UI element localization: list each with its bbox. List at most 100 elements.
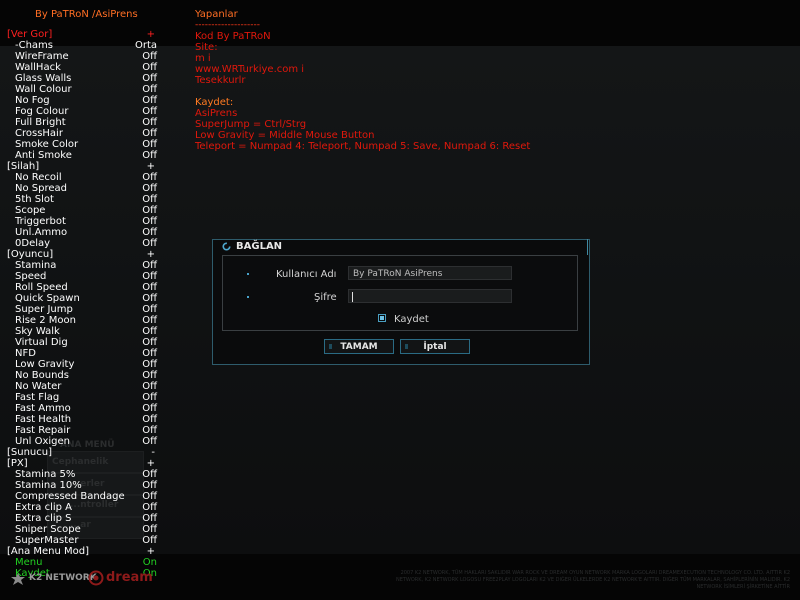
menu-item[interactable]: Menu On	[7, 557, 157, 568]
menu-item[interactable]: Sky Walk Off	[7, 326, 157, 337]
menu-item[interactable]: Roll Speed Off	[7, 282, 157, 293]
menu-row-value: +	[146, 161, 155, 172]
menu-row-label: Rise 2 Moon	[15, 315, 77, 326]
menu-section[interactable]: [Silah] +	[7, 161, 157, 172]
menu-item[interactable]: Speed Off	[7, 271, 157, 282]
menu-item[interactable]: WallHack Off	[7, 62, 157, 73]
menu-item[interactable]: Extra clip S Off	[7, 513, 157, 524]
cheat-menu: [Ver Gor] + -Chams Orta WireFrame Off WallHack…	[7, 29, 157, 579]
menu-row-value: Off	[142, 216, 157, 227]
menu-item[interactable]: 5th Slot Off	[7, 194, 157, 205]
menu-row-value: Off	[142, 315, 157, 326]
menu-section[interactable]: [Sunucu] -	[7, 447, 157, 458]
menu-row-label: Smoke Color	[15, 139, 79, 150]
remember-checkbox[interactable]	[378, 314, 386, 322]
menu-row-value: Off	[142, 271, 157, 282]
menu-item[interactable]: Super Jump Off	[7, 304, 157, 315]
menu-item[interactable]: Fog Colour Off	[7, 106, 157, 117]
menu-item[interactable]: WireFrame Off	[7, 51, 157, 62]
menu-row-value: Off	[142, 84, 157, 95]
menu-item[interactable]: No Recoil Off	[7, 172, 157, 183]
menu-item[interactable]: No Fog Off	[7, 95, 157, 106]
menu-row-value: Off	[142, 425, 157, 436]
menu-row-label: Virtual Dig	[15, 337, 68, 348]
menu-item[interactable]: SuperMaster Off	[7, 535, 157, 546]
menu-row-value: Off	[142, 139, 157, 150]
menu-item[interactable]: Scope Off	[7, 205, 157, 216]
menu-item[interactable]: Stamina 5% Off	[7, 469, 157, 480]
menu-item[interactable]: No Spread Off	[7, 183, 157, 194]
menu-item[interactable]: Low Gravity Off	[7, 359, 157, 370]
menu-row-value: Off	[142, 73, 157, 84]
menu-row-value: Off	[142, 304, 157, 315]
menu-item[interactable]: Rise 2 Moon Off	[7, 315, 157, 326]
menu-row-label: No Fog	[15, 95, 50, 106]
menu-item[interactable]: CrossHair Off	[7, 128, 157, 139]
menu-row-label: Triggerbot	[15, 216, 66, 227]
menu-row-value: Off	[142, 106, 157, 117]
menu-item[interactable]: Quick Spawn Off	[7, 293, 157, 304]
info-line: Tesekkurlr	[195, 75, 246, 86]
menu-row-label: [Sunucu]	[7, 447, 52, 458]
menu-item[interactable]: NFD Off	[7, 348, 157, 359]
menu-item[interactable]: Wall Colour Off	[7, 84, 157, 95]
menu-item[interactable]: No Water Off	[7, 381, 157, 392]
menu-row-label: Quick Spawn	[15, 293, 80, 304]
menu-row-value: Off	[142, 293, 157, 304]
menu-row-label: Unl.Ammo	[15, 227, 68, 238]
menu-row-label: [Oyuncu]	[7, 249, 54, 260]
menu-item[interactable]: Fast Ammo Off	[7, 403, 157, 414]
menu-item[interactable]: Unl.Ammo Off	[7, 227, 157, 238]
password-field[interactable]	[348, 289, 512, 303]
menu-row-label: No Recoil	[15, 172, 62, 183]
menu-section[interactable]: [Ver Gor] +	[7, 29, 157, 40]
menu-item[interactable]: Stamina Off	[7, 260, 157, 271]
ok-button[interactable]: TAMAM	[324, 339, 394, 354]
info-line: AsiPrens	[195, 108, 238, 119]
menu-item[interactable]: 0Delay Off	[7, 238, 157, 249]
menu-item[interactable]: Sniper Scope Off	[7, 524, 157, 535]
menu-item[interactable]: Anti Smoke Off	[7, 150, 157, 161]
menu-row-label: Extra clip S	[15, 513, 72, 524]
menu-row-value: Off	[142, 62, 157, 73]
menu-section[interactable]: [Oyuncu] +	[7, 249, 157, 260]
menu-row-value: Off	[142, 326, 157, 337]
menu-row-label: Fast Repair	[15, 425, 71, 436]
dialog-title: BAĞLAN	[236, 241, 283, 252]
menu-item[interactable]: -Chams Orta	[7, 40, 157, 51]
cancel-button-label: İptal	[423, 342, 447, 352]
menu-item[interactable]: Unl Oxigen Off	[7, 436, 157, 447]
menu-item[interactable]: Glass Walls Off	[7, 73, 157, 84]
menu-row-label: No Bounds	[15, 370, 69, 381]
menu-item[interactable]: Fast Health Off	[7, 414, 157, 425]
menu-row-value: Off	[142, 502, 157, 513]
menu-item[interactable]: Full Bright Off	[7, 117, 157, 128]
menu-item[interactable]: Extra clip A Off	[7, 502, 157, 513]
button-led-icon	[329, 344, 332, 349]
menu-row-label: Speed	[15, 271, 47, 282]
menu-row-value: +	[146, 546, 155, 557]
menu-item[interactable]: Stamina 10% Off	[7, 480, 157, 491]
menu-section[interactable]: [Ana Menu Mod] +	[7, 546, 157, 557]
username-field[interactable]: By PaTRoN AsiPrens	[348, 266, 512, 280]
menu-item[interactable]: Virtual Dig Off	[7, 337, 157, 348]
menu-item[interactable]: No Bounds Off	[7, 370, 157, 381]
menu-row-value: Off	[142, 282, 157, 293]
menu-item[interactable]: Compressed Bandage Off	[7, 491, 157, 502]
menu-row-value: Off	[142, 128, 157, 139]
menu-item[interactable]: Fast Flag Off	[7, 392, 157, 403]
menu-row-label: SuperMaster	[15, 535, 79, 546]
menu-item[interactable]: Triggerbot Off	[7, 216, 157, 227]
menu-row-value: Off	[142, 370, 157, 381]
cancel-button[interactable]: İptal	[400, 339, 470, 354]
menu-row-label: 0Delay	[15, 238, 51, 249]
info-line: Low Gravity = Middle Mouse Button	[195, 130, 375, 141]
menu-row-value: Off	[142, 183, 157, 194]
menu-item[interactable]: Fast Repair Off	[7, 425, 157, 436]
info-line	[195, 86, 530, 97]
menu-row-label: Low Gravity	[15, 359, 75, 370]
menu-item[interactable]: Smoke Color Off	[7, 139, 157, 150]
menu-row-value: Off	[142, 403, 157, 414]
menu-row-value: Off	[142, 260, 157, 271]
menu-section[interactable]: [PX] +	[7, 458, 157, 469]
